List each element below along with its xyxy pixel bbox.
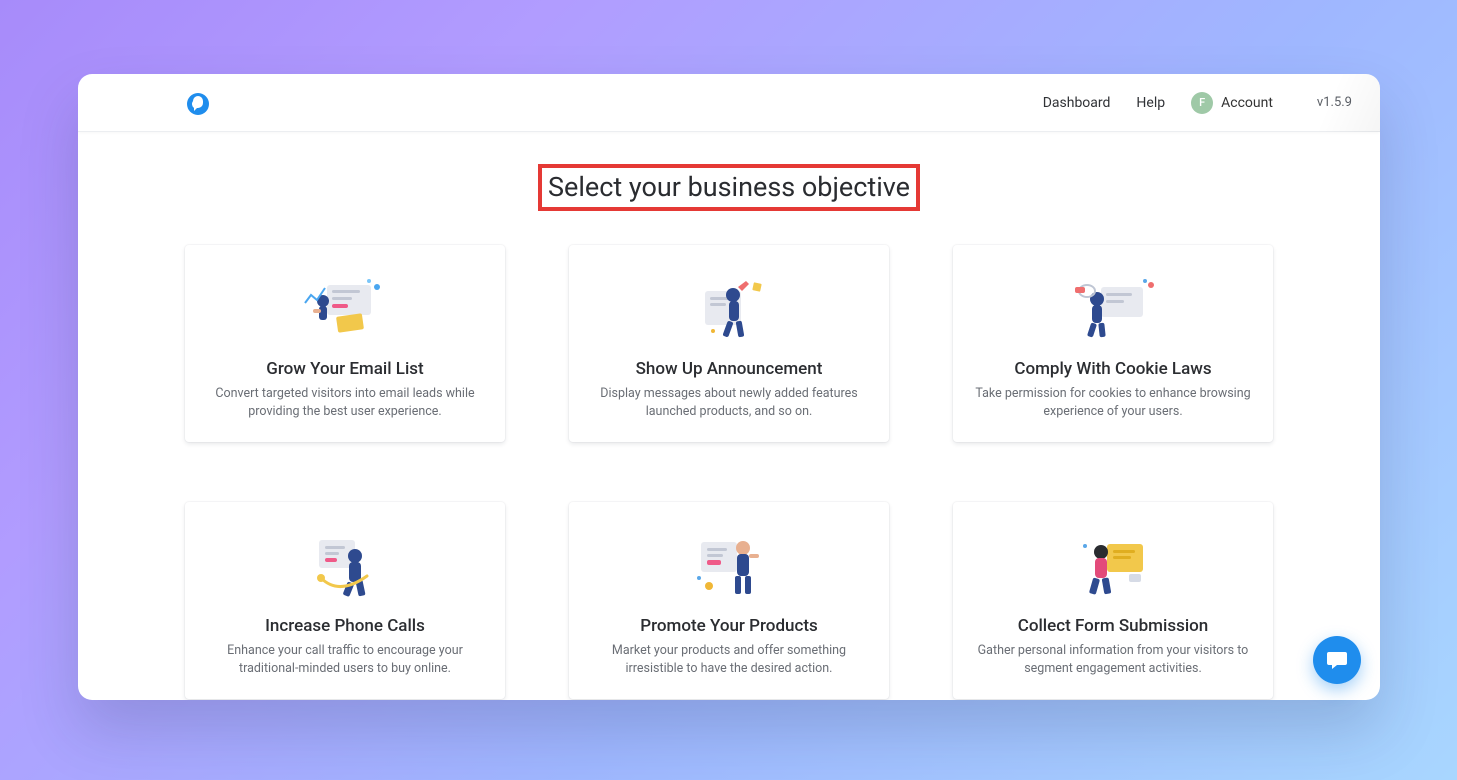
card-title: Comply With Cookie Laws [975,359,1251,379]
card-title: Collect Form Submission [975,616,1251,636]
objective-card-show-announcement[interactable]: Show Up Announcement Display messages ab… [569,245,889,442]
objective-card-increase-phone-calls[interactable]: Increase Phone Calls Enhance your call t… [185,502,505,699]
card-title: Promote Your Products [591,616,867,636]
card-desc: Gather personal information from your vi… [975,642,1251,677]
objective-card-collect-form-submission[interactable]: Collect Form Submission Gather personal … [953,502,1273,699]
nav-account[interactable]: F Account [1191,92,1273,114]
avatar: F [1191,92,1213,114]
topbar-nav: Dashboard Help F Account v1.5.9 [1043,92,1352,114]
objective-grid: Grow Your Email List Convert targeted vi… [184,245,1274,699]
card-desc: Market your products and offer something… [591,642,867,677]
card-desc: Convert targeted visitors into email lea… [207,385,483,420]
illustration-form-icon [975,526,1251,604]
app-logo-icon [186,92,210,116]
objective-card-grow-email-list[interactable]: Grow Your Email List Convert targeted vi… [185,245,505,442]
topbar: Dashboard Help F Account v1.5.9 [78,74,1380,132]
objective-card-promote-products[interactable]: Promote Your Products Market your produc… [569,502,889,699]
chat-icon [1325,648,1349,672]
page-title-container: Select your business objective [78,164,1380,211]
page-content: Select your business objective [78,132,1380,700]
account-label: Account [1221,95,1273,111]
card-title: Show Up Announcement [591,359,867,379]
card-desc: Take permission for cookies to enhance b… [975,385,1251,420]
card-title: Increase Phone Calls [207,616,483,636]
illustration-announcement-icon [591,269,867,347]
illustration-phone-icon [207,526,483,604]
card-desc: Enhance your call traffic to encourage y… [207,642,483,677]
nav-dashboard[interactable]: Dashboard [1043,95,1111,111]
card-title: Grow Your Email List [207,359,483,379]
card-desc: Display messages about newly added featu… [591,385,867,420]
illustration-promote-icon [591,526,867,604]
app-window: Dashboard Help F Account v1.5.9 Select y… [78,74,1380,700]
objective-card-cookie-laws[interactable]: Comply With Cookie Laws Take permission … [953,245,1273,442]
illustration-email-icon [207,269,483,347]
nav-help[interactable]: Help [1136,95,1165,111]
page-title: Select your business objective [538,164,920,211]
illustration-cookie-icon [975,269,1251,347]
chat-launcher-button[interactable] [1313,636,1361,684]
version-label: v1.5.9 [1317,95,1352,110]
